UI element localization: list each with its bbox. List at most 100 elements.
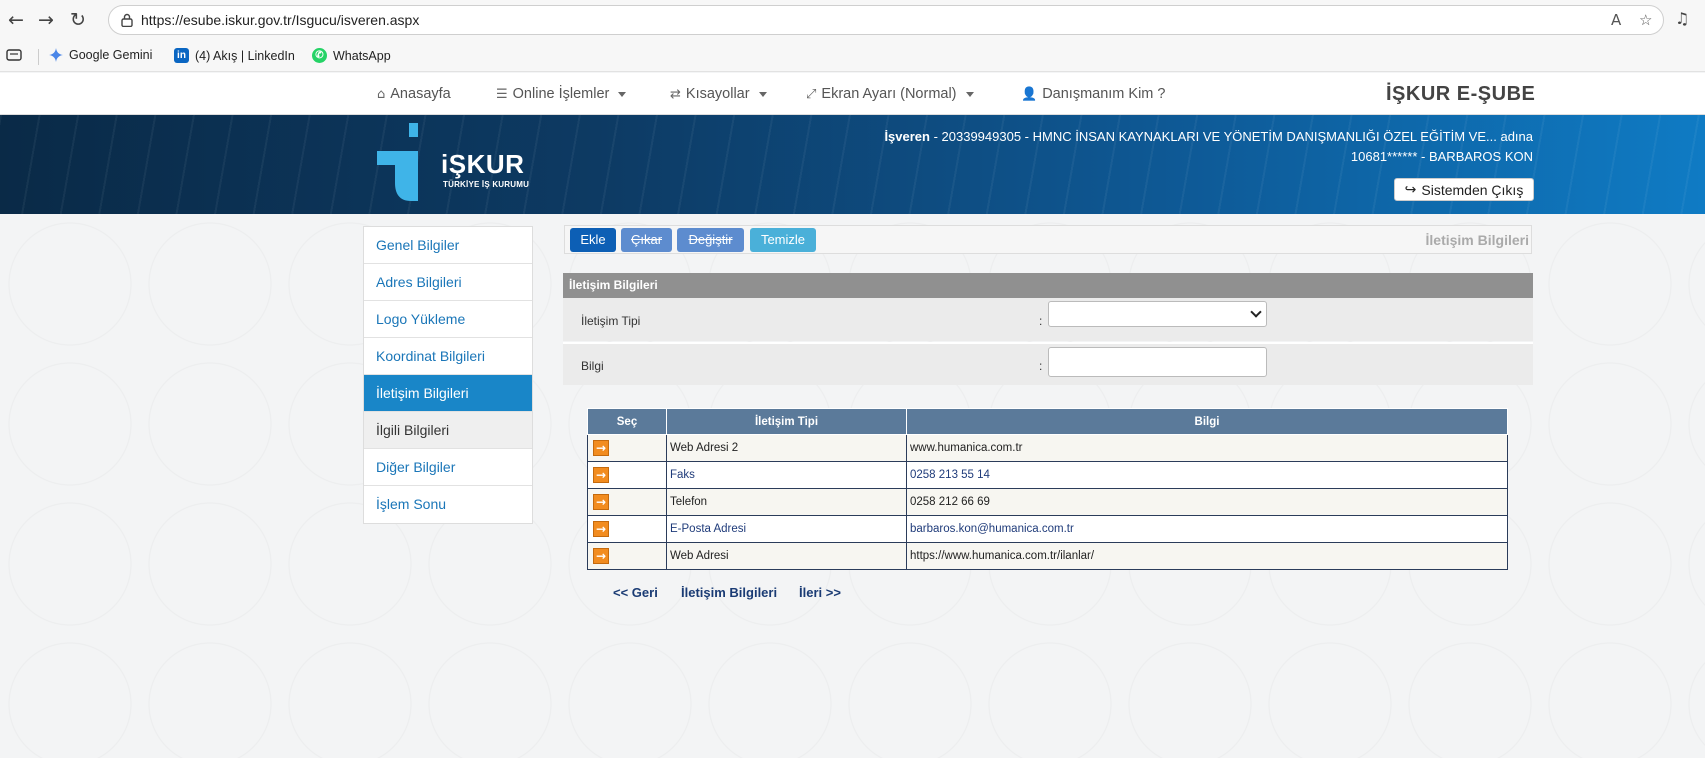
- table-row[interactable]: → Web Adresi 2 www.humanica.com.tr: [587, 434, 1508, 462]
- table-row[interactable]: → Faks 0258 213 55 14: [587, 461, 1508, 489]
- contact-table: Seç İletişim Tipi Bilgi → Web Adresi 2 w…: [587, 408, 1508, 570]
- info-label: Bilgi: [581, 359, 604, 373]
- nav-screen-settings[interactable]: ⤢ Ekran Ayarı (Normal): [806, 86, 974, 102]
- reading-list-icon[interactable]: [6, 48, 22, 62]
- list-icon: ☰: [496, 86, 508, 102]
- bookmark-gemini[interactable]: Google Gemini: [49, 48, 152, 62]
- user-company: - 20339949305 - HMNC İNSAN KAYNAKLARI VE…: [929, 129, 1533, 144]
- url-text[interactable]: https://esube.iskur.gov.tr/Isgucu/isvere…: [141, 12, 419, 28]
- forward-icon[interactable]: →: [34, 8, 58, 32]
- nav-shortcuts[interactable]: ⇄ Kısayollar: [670, 86, 767, 102]
- select-arrow-icon[interactable]: →: [593, 521, 609, 537]
- user-role: İşveren: [884, 129, 930, 144]
- nav-my-advisor[interactable]: 👤 Danışmanım Kim ?: [1021, 86, 1165, 102]
- contact-type-label: İletişim Tipi: [581, 314, 641, 328]
- nav-label: Online İşlemler: [512, 86, 610, 102]
- column-header-type: İletişim Tipi: [666, 408, 907, 435]
- extension-icon[interactable]: ♫: [1675, 9, 1689, 28]
- caret-down-icon: [965, 91, 974, 97]
- info-cell: https://www.humanica.com.tr/ilanlar/: [906, 542, 1508, 570]
- side-menu: Genel Bilgiler Adres Bilgileri Logo Yükl…: [363, 226, 533, 524]
- user-info-line2: 10681****** - BARBAROS KON: [1350, 149, 1533, 164]
- table-row[interactable]: → Telefon 0258 212 66 69: [587, 488, 1508, 516]
- bookmark-whatsapp[interactable]: ✆ WhatsApp: [312, 48, 391, 63]
- bookmark-label: (4) Akış | LinkedIn: [195, 48, 295, 63]
- chevron-down-icon: [1250, 306, 1262, 318]
- bookmark-label: Google Gemini: [69, 48, 153, 62]
- logo-text: iŞKUR: [441, 149, 525, 179]
- caret-down-icon: [758, 91, 767, 97]
- clear-button[interactable]: Temizle: [750, 228, 816, 252]
- side-item-finish[interactable]: İşlem Sonu: [364, 486, 532, 523]
- whatsapp-icon: ✆: [312, 48, 327, 63]
- logo-subtitle: TÜRKİYE İŞ KURUMU: [443, 180, 530, 189]
- home-icon: ⌂: [377, 86, 386, 102]
- favorite-star-icon[interactable]: ☆: [1639, 11, 1652, 29]
- type-cell: Telefon: [666, 488, 907, 516]
- reload-icon[interactable]: ↻: [66, 8, 90, 32]
- column-header-info: Bilgi: [906, 408, 1508, 435]
- add-button[interactable]: Ekle: [570, 228, 616, 252]
- nav-online-operations[interactable]: ☰ Online İşlemler: [496, 86, 627, 102]
- site-brand[interactable]: İŞKUR E-ŞUBE: [1386, 83, 1535, 106]
- side-item-coordinates[interactable]: Koordinat Bilgileri: [364, 338, 532, 375]
- table-row[interactable]: → E-Posta Adresi barbaros.kon@humanica.c…: [587, 515, 1508, 543]
- share-arrow-icon: ↪: [1404, 181, 1417, 198]
- side-item-related[interactable]: İlgili Bilgileri: [364, 412, 532, 449]
- select-arrow-icon[interactable]: →: [593, 548, 609, 564]
- bookmarks-bar: Google Gemini in (4) Akış | LinkedIn ✆ W…: [0, 40, 1705, 72]
- side-item-general[interactable]: Genel Bilgiler: [364, 227, 532, 264]
- info-cell: www.humanica.com.tr: [906, 434, 1508, 462]
- select-cell: →: [587, 542, 667, 570]
- select-cell: →: [587, 488, 667, 516]
- colon: :: [1039, 314, 1043, 328]
- read-aloud-icon[interactable]: A: [1611, 11, 1621, 29]
- info-cell: 0258 212 66 69: [906, 488, 1508, 516]
- select-arrow-icon[interactable]: →: [593, 440, 609, 456]
- lock-icon: [121, 13, 133, 27]
- side-item-logo-upload[interactable]: Logo Yükleme: [364, 301, 532, 338]
- browser-toolbar: ← → ↻ https://esube.iskur.gov.tr/Isgucu/…: [0, 0, 1705, 40]
- edit-button[interactable]: Değiştir: [677, 228, 744, 252]
- nav-label: Kısayollar: [685, 86, 750, 102]
- select-cell: →: [587, 434, 667, 462]
- user-info-line1: İşveren - 20339949305 - HMNC İNSAN KAYNA…: [884, 129, 1533, 144]
- header-banner: iŞKUR TÜRKİYE İŞ KURUMU İşveren - 203399…: [0, 115, 1705, 214]
- form-panel-header: İletişim Bilgileri: [563, 273, 1533, 298]
- gemini-icon: [49, 48, 63, 62]
- side-item-other[interactable]: Diğer Bilgiler: [364, 449, 532, 486]
- select-arrow-icon[interactable]: →: [593, 467, 609, 483]
- remove-button[interactable]: Çıkar: [621, 228, 672, 252]
- next-link[interactable]: İleri >>: [799, 585, 841, 600]
- info-cell: barbaros.kon@humanica.com.tr: [906, 515, 1508, 543]
- logout-label: Sistemden Çıkış: [1421, 181, 1524, 198]
- bookmark-label: WhatsApp: [333, 48, 391, 63]
- iskur-logo-icon[interactable]: [377, 123, 429, 201]
- select-arrow-icon[interactable]: →: [593, 494, 609, 510]
- caret-down-icon: [618, 91, 627, 97]
- logout-button[interactable]: ↪ Sistemden Çıkış: [1394, 178, 1534, 201]
- action-toolbar: Ekle Çıkar Değiştir Temizle İletişim Bil…: [564, 225, 1532, 254]
- form-row-type: İletişim Tipi :: [563, 298, 1533, 341]
- nav-label: Anasayfa: [390, 86, 451, 102]
- linkedin-icon: in: [174, 48, 189, 63]
- type-cell: E-Posta Adresi: [666, 515, 907, 543]
- address-bar[interactable]: https://esube.iskur.gov.tr/Isgucu/isvere…: [108, 5, 1664, 35]
- contact-type-select[interactable]: [1048, 301, 1267, 327]
- info-input[interactable]: [1048, 347, 1267, 377]
- table-row[interactable]: → Web Adresi https://www.humanica.com.tr…: [587, 542, 1508, 570]
- colon: :: [1039, 359, 1043, 373]
- user-icon: 👤: [1021, 86, 1038, 102]
- side-item-address[interactable]: Adres Bilgileri: [364, 264, 532, 301]
- shuffle-icon: ⇄: [670, 86, 681, 102]
- back-link[interactable]: << Geri: [613, 585, 658, 600]
- table-header-row: Seç İletişim Tipi Bilgi: [587, 408, 1508, 435]
- nav-label: Danışmanım Kim ?: [1042, 86, 1166, 102]
- current-page-link[interactable]: İletişim Bilgileri: [681, 585, 777, 600]
- select-cell: →: [587, 515, 667, 543]
- side-item-contact[interactable]: İletişim Bilgileri: [364, 375, 532, 412]
- bookmark-linkedin[interactable]: in (4) Akış | LinkedIn: [174, 48, 295, 63]
- column-header-select: Seç: [587, 408, 667, 435]
- nav-home[interactable]: ⌂ Anasayfa: [377, 86, 451, 102]
- back-icon[interactable]: ←: [4, 8, 28, 32]
